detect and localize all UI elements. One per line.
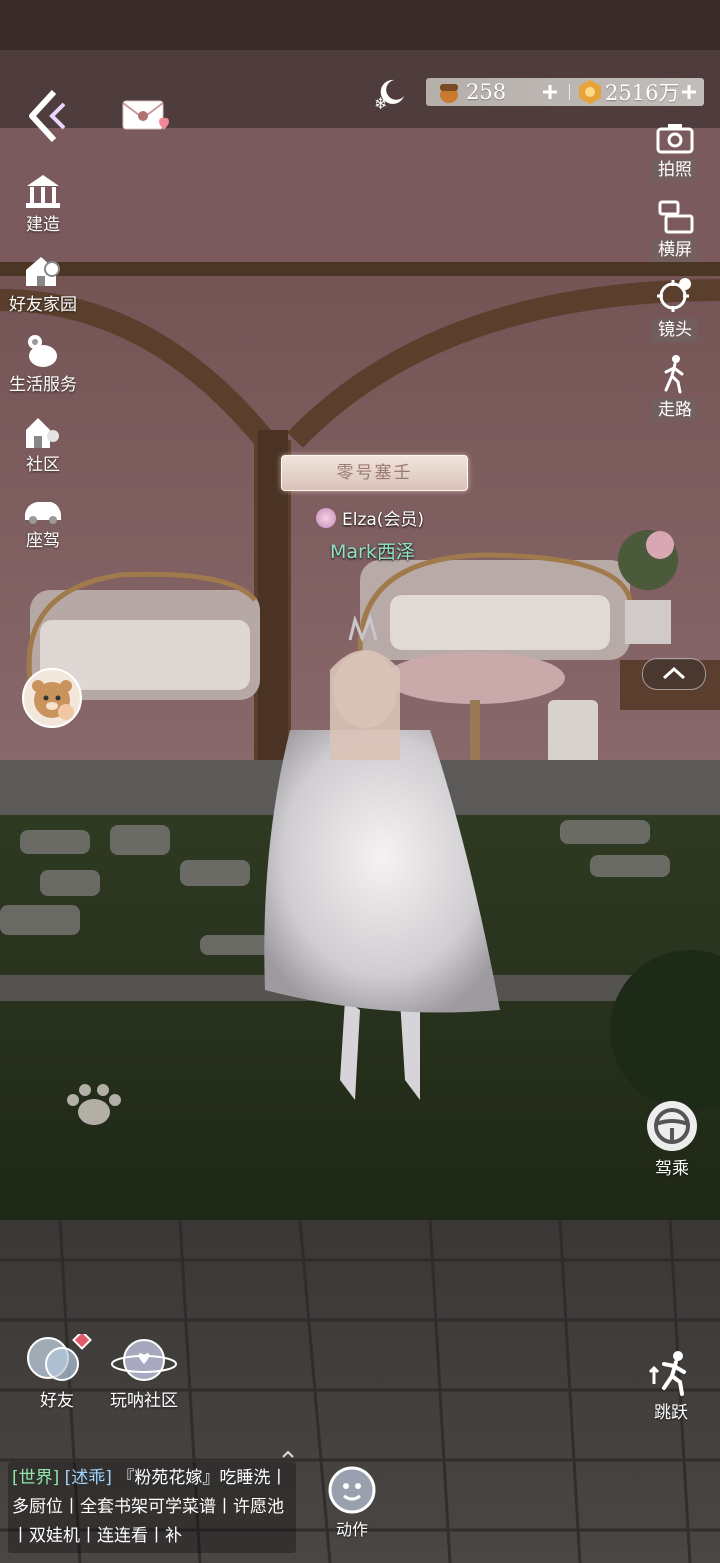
right-menu-lens[interactable]: 镜头	[640, 276, 710, 342]
left-menu-build-label: 建造	[26, 215, 60, 235]
chat-sender: [述乖]	[64, 1468, 112, 1488]
acorn-icon	[436, 80, 462, 108]
add-acorn-icon[interactable]	[540, 82, 560, 102]
right-menu-walk[interactable]: 走路	[640, 354, 710, 422]
ride-label: 驾乘	[655, 1159, 689, 1179]
left-menu-community[interactable]: 社区	[0, 412, 86, 475]
life-service-icon	[28, 335, 57, 367]
left-menu-community-label: 社区	[26, 455, 60, 475]
car-icon	[25, 502, 61, 524]
left-menu-life-service[interactable]: 生活服务	[0, 332, 86, 395]
emote-button[interactable]: 动作	[322, 1464, 382, 1540]
pet-face-icon	[32, 680, 74, 720]
jump-icon	[648, 1351, 686, 1396]
friends-bubble-icon	[27, 1334, 92, 1381]
right-menu-camera-label: 拍照	[652, 158, 698, 182]
divider	[569, 84, 570, 100]
left-menu-life-service-label: 生活服务	[9, 375, 77, 395]
friends-button[interactable]: 好友	[22, 1334, 92, 1411]
jump-button[interactable]: 跳跃	[646, 1348, 696, 1423]
right-menu-camera[interactable]: 拍照	[640, 122, 710, 182]
left-menu-friend-home[interactable]: 好友家园	[0, 252, 86, 315]
left-menu-build[interactable]: 建造	[0, 172, 86, 235]
planet-heart-icon	[111, 1339, 177, 1381]
coin-icon	[577, 79, 603, 109]
back-button[interactable]	[22, 86, 70, 146]
chat-expand-arrow[interactable]	[280, 1445, 296, 1458]
acorn-count: 258	[466, 80, 507, 104]
coin-count: 2516万	[605, 81, 680, 105]
friends-label: 好友	[40, 1391, 74, 1411]
left-menu-friend-home-label: 好友家园	[9, 295, 77, 315]
steering-wheel-icon	[647, 1101, 697, 1151]
emote-label: 动作	[335, 1520, 368, 1539]
currency-bar: 258 2516万	[426, 78, 704, 106]
game-scene: ❄ 258 2516万 建造 好友家园 生活服务 社区 座驾 拍照 横屏 镜头 …	[0, 0, 720, 1563]
community-icon	[26, 418, 59, 448]
friend-home-icon	[26, 257, 60, 286]
rotate-screen-icon	[658, 200, 694, 234]
play-community-label: 玩呐社区	[110, 1391, 178, 1411]
mail-button[interactable]	[120, 98, 176, 138]
back-arrow-icon	[29, 89, 66, 143]
jump-label: 跳跃	[654, 1403, 688, 1423]
play-community-button[interactable]: 玩呐社区	[108, 1334, 180, 1411]
pet-avatar[interactable]	[22, 668, 82, 728]
ride-button[interactable]: 驾乘	[644, 1098, 700, 1179]
moon-snow-icon: ❄	[374, 79, 404, 113]
mail-heart-icon	[122, 100, 169, 130]
right-menu-lens-label: 镜头	[652, 318, 698, 342]
left-menu-car-label: 座驾	[26, 531, 60, 551]
add-coin-icon[interactable]	[679, 82, 699, 102]
chat-channel: [世界]	[12, 1468, 60, 1488]
scene-background	[0, 0, 720, 1563]
svg-text:❄: ❄	[374, 94, 387, 110]
camera-icon	[656, 124, 694, 154]
collapse-toggle-button[interactable]	[642, 658, 706, 690]
chat-panel[interactable]: [世界] [述乖] 『粉苑花嫁』吃睡洗丨多厨位丨全套书架可学菜谱丨许愿池丨双娃机…	[8, 1462, 296, 1553]
lens-icon	[657, 278, 691, 312]
title-plate: 零号塞壬	[281, 455, 468, 491]
chevron-up-small-icon	[282, 1450, 294, 1458]
left-menu-car[interactable]: 座驾	[0, 496, 86, 551]
emote-face-icon	[328, 1466, 376, 1514]
building-icon	[26, 175, 60, 208]
walk-icon	[664, 355, 684, 394]
right-menu-rotate[interactable]: 横屏	[640, 200, 710, 262]
member-name-row: Elza(会员)	[316, 505, 424, 530]
right-menu-walk-label: 走路	[652, 398, 698, 422]
member-name: Elza(会员)	[342, 510, 425, 530]
right-menu-rotate-label: 横屏	[652, 238, 698, 262]
player-name: Mark西泽	[330, 541, 415, 563]
chevron-up-icon	[662, 666, 686, 680]
member-avatar-icon	[316, 507, 336, 528]
night-weather-indicator: ❄	[372, 76, 408, 113]
